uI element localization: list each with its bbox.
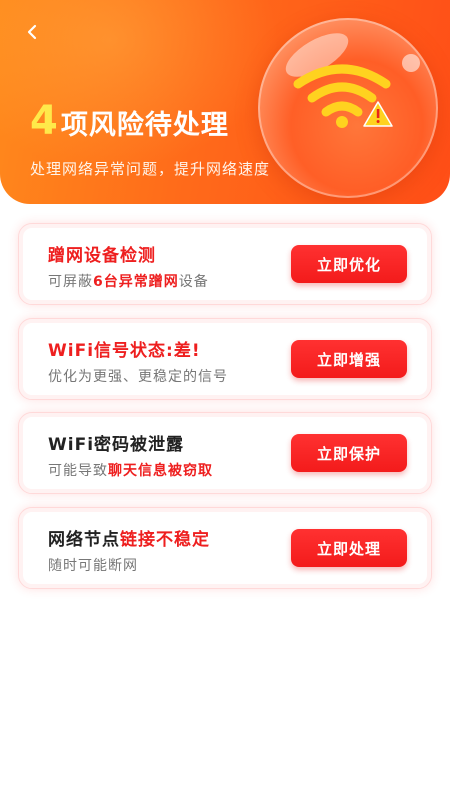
risk-card-rubbing-devices: 蹭网设备检测 可屏蔽6台异常蹭网设备 立即优化 <box>18 223 432 305</box>
desc-highlight: 聊天信息被窃取 <box>108 463 213 479</box>
desc-text: 可能导致 <box>48 463 108 479</box>
card-description: 可能导致聊天信息被窃取 <box>48 460 213 480</box>
page-subtitle: 处理网络异常问题，提升网络速度 <box>30 160 271 178</box>
card-title: WiFi密码被泄露 <box>48 430 184 455</box>
enhance-button[interactable]: 立即增强 <box>291 340 407 378</box>
card-title: 蹭网设备检测 <box>48 241 156 266</box>
protect-button[interactable]: 立即保护 <box>291 434 407 472</box>
card-description: 可屏蔽6台异常蹭网设备 <box>48 271 209 291</box>
title-text: 项风险待处理 <box>60 110 229 141</box>
handle-button[interactable]: 立即处理 <box>291 529 407 567</box>
desc-highlight: 6台异常蹭网 <box>93 274 179 290</box>
desc-text: 可屏蔽 <box>48 274 93 290</box>
risk-count: 4 <box>30 98 59 144</box>
card-description: 优化为更强、更稳定的信号 <box>48 366 228 386</box>
wifi-warning-icon <box>293 64 393 128</box>
card-title-highlight: 链接不稳定 <box>120 530 210 550</box>
desc-text: 随时可能断网 <box>48 558 138 574</box>
card-title-text: 蹭网设备检测 <box>48 246 156 266</box>
card-title-text: 网络节点 <box>48 530 120 550</box>
card-title: 网络节点链接不稳定 <box>48 525 210 550</box>
chevron-left-icon <box>27 24 37 40</box>
optimize-button[interactable]: 立即优化 <box>291 245 407 283</box>
header-banner: 4 项风险待处理 处理网络异常问题，提升网络速度 <box>0 0 450 204</box>
risk-card-wifi-password: WiFi密码被泄露 可能导致聊天信息被窃取 立即保护 <box>18 412 432 494</box>
page-title: 4 项风险待处理 <box>30 98 229 144</box>
desc-text-suffix: 设备 <box>178 274 209 290</box>
risk-card-wifi-signal: WiFi信号状态:差! 优化为更强、更稳定的信号 立即增强 <box>18 318 432 400</box>
card-description: 随时可能断网 <box>48 555 138 575</box>
desc-text: 优化为更强、更稳定的信号 <box>48 369 228 385</box>
card-title-text: WiFi信号状态:差! <box>48 341 201 361</box>
risk-card-network-node: 网络节点链接不稳定 随时可能断网 立即处理 <box>18 507 432 589</box>
card-title-text: WiFi密码被泄露 <box>48 435 185 455</box>
card-title: WiFi信号状态:差! <box>48 336 201 361</box>
back-button[interactable] <box>18 18 46 46</box>
